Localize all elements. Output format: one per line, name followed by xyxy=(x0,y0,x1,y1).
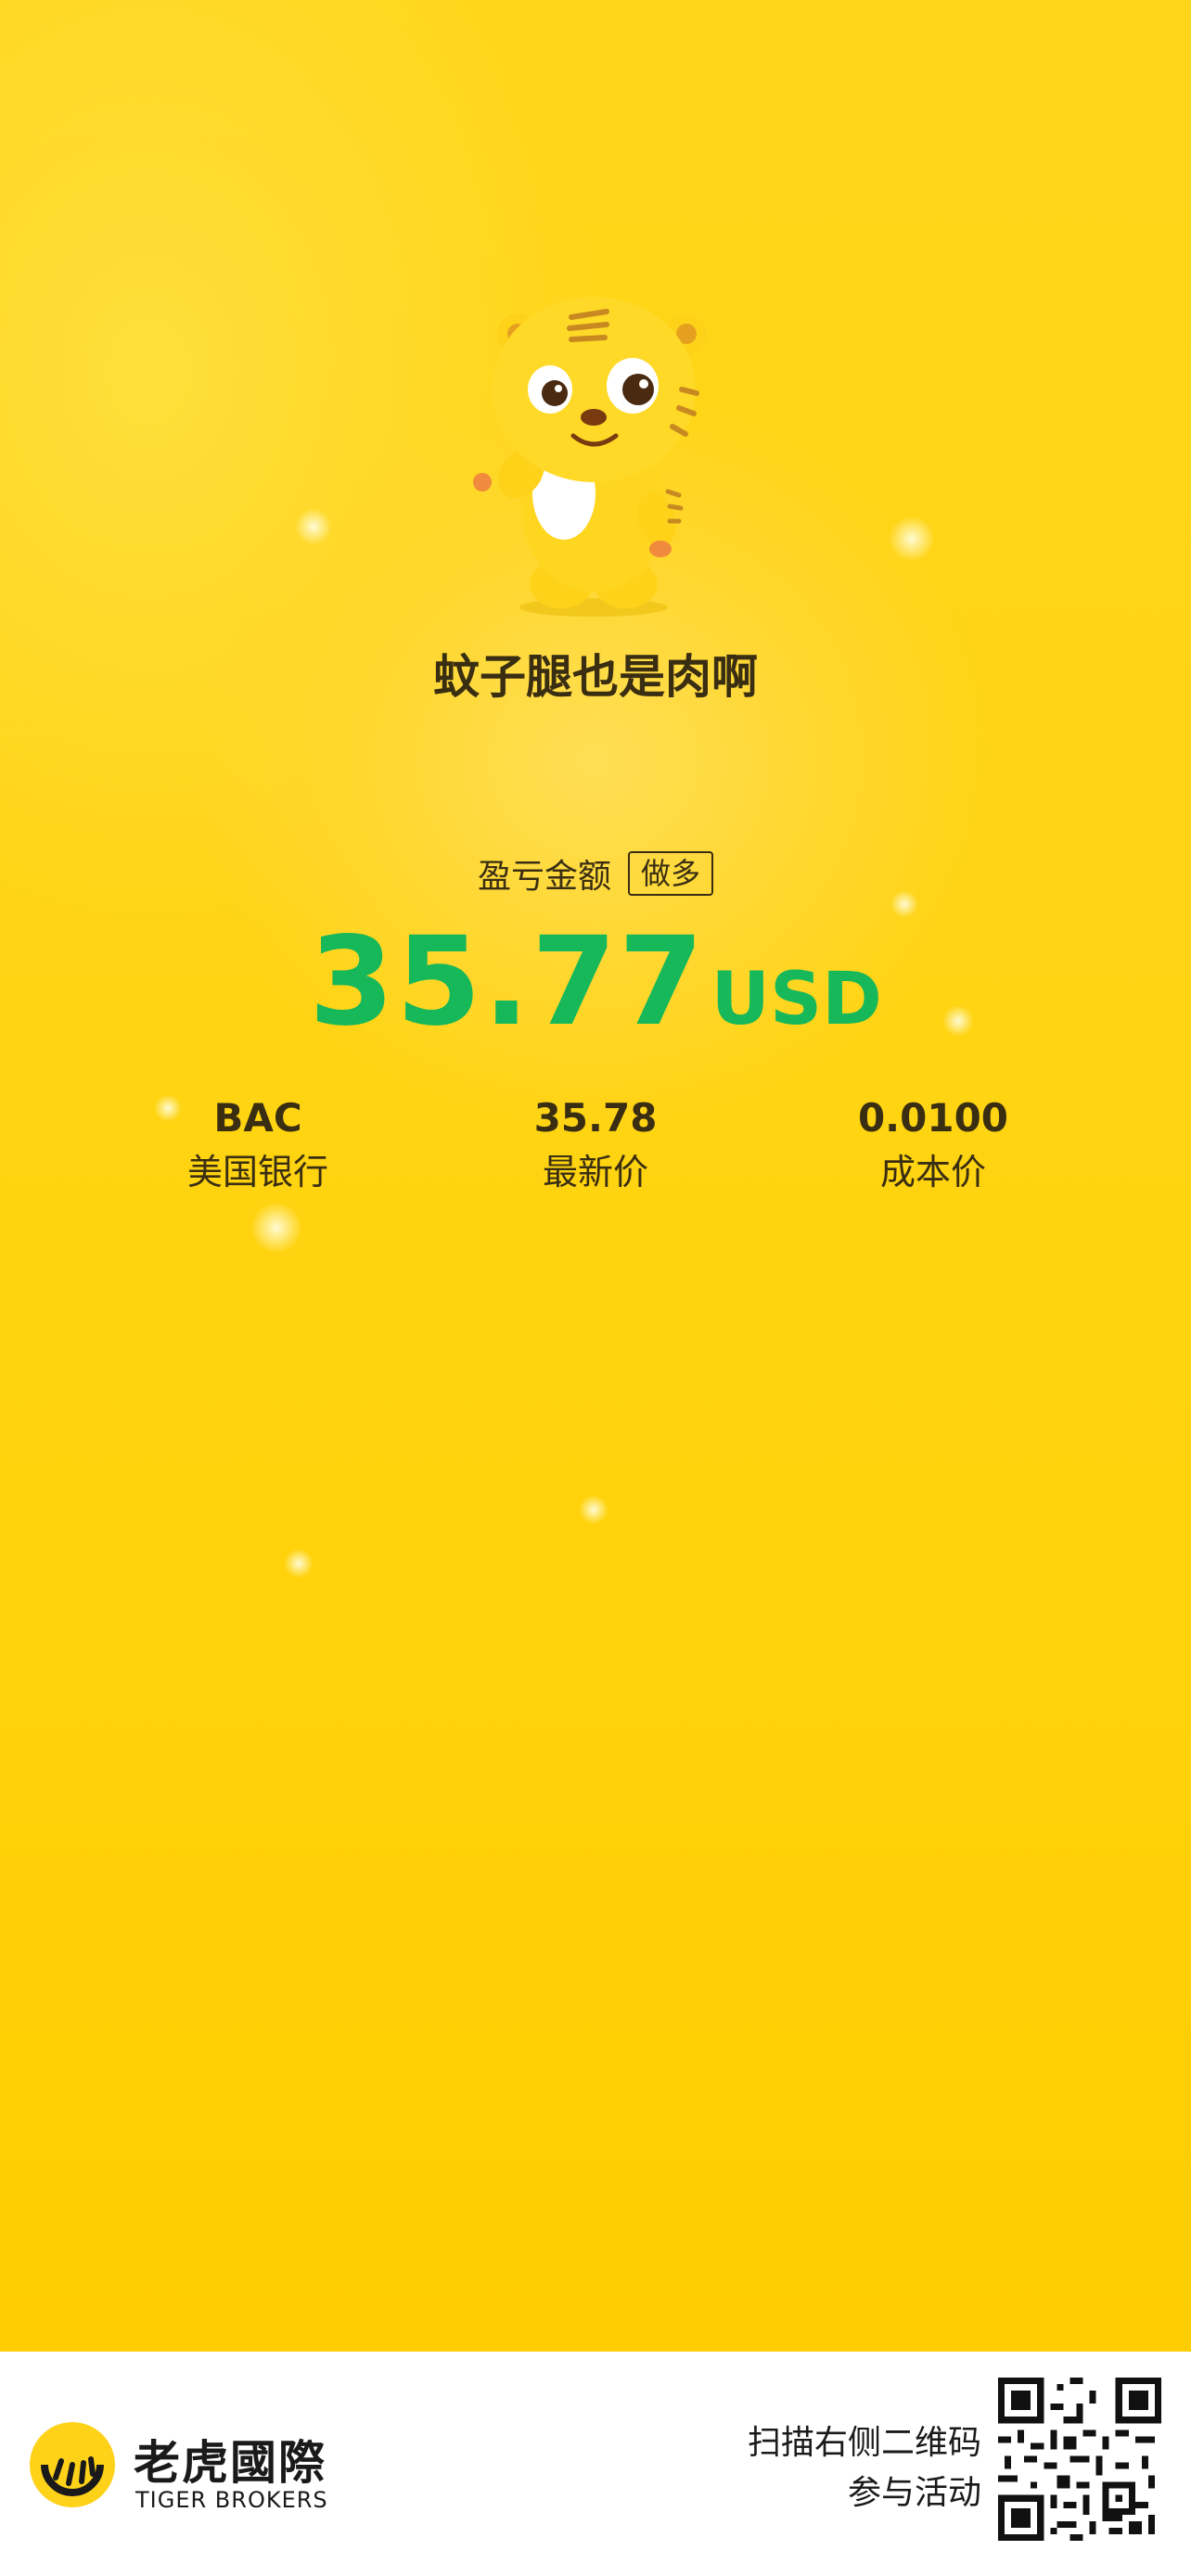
latest-price-label: 最新价 xyxy=(542,1152,648,1192)
brand-name-chinese: 老虎國際 xyxy=(134,2436,327,2490)
share-poster: 蚊子腿也是肉啊 盈亏金额 做多 35.77 USD BAC 美国银行 35.78… xyxy=(0,0,1191,2352)
latest-price-value: 35.78 xyxy=(533,1095,658,1141)
profit-amount: 35.77 xyxy=(309,911,706,1053)
stat-cost-price: 0.0100 成本价 xyxy=(794,1092,1072,1198)
tiger-brokers-logo-icon xyxy=(30,2422,115,2507)
position-direction-badge: 做多 xyxy=(628,851,714,896)
sparkle-decoration xyxy=(250,1202,302,1254)
sparkle-decoration xyxy=(889,516,935,562)
cta-line-2: 参与活动 xyxy=(847,2474,981,2512)
cost-price-label: 成本价 xyxy=(879,1152,986,1192)
user-nickname: 蚊子腿也是肉啊 xyxy=(433,650,758,704)
cta-line-1: 扫描右侧二维码 xyxy=(747,2424,981,2462)
qr-call-to-action: 扫描右侧二维码 参与活动 xyxy=(748,2418,981,2519)
sparkle-decoration xyxy=(284,1549,314,1578)
qr-code-icon[interactable] xyxy=(998,2378,1161,2541)
profit-amount-row: 35.77 USD xyxy=(0,911,1191,1053)
profit-loss-label: 盈亏金额 xyxy=(477,858,611,896)
stock-name: 美国银行 xyxy=(186,1152,328,1192)
sparkle-decoration xyxy=(295,508,332,545)
profit-loss-header: 盈亏金额 做多 xyxy=(0,849,1191,898)
sparkle-decoration xyxy=(579,1495,608,1524)
stat-latest-price: 35.78 最新价 xyxy=(456,1092,735,1198)
brand-name-english: TIGER BROKERS xyxy=(135,2487,328,2513)
cost-price-value: 0.0100 xyxy=(857,1095,1009,1141)
profit-currency: USD xyxy=(711,958,882,1041)
stat-ticker: BAC 美国银行 xyxy=(119,1092,397,1198)
tiger-mascot-icon xyxy=(473,297,707,617)
footer: 老虎國際 TIGER BROKERS 扫描右侧二维码 参与活动 xyxy=(0,2352,1191,2576)
stock-ticker: BAC xyxy=(213,1095,302,1141)
